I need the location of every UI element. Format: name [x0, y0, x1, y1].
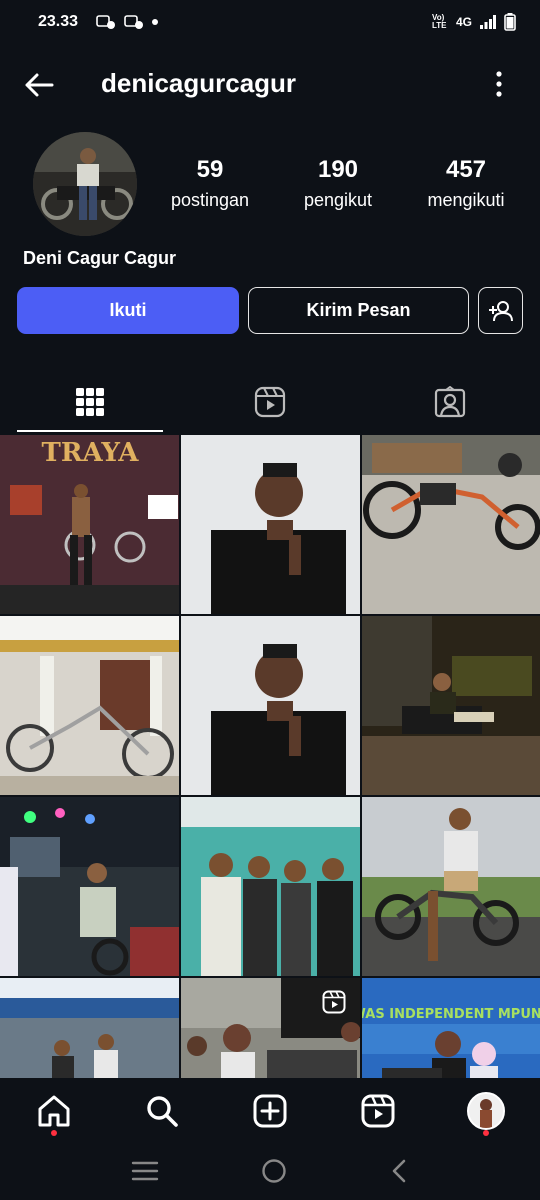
more-options-icon[interactable]	[494, 70, 504, 98]
back-arrow-icon[interactable]	[22, 68, 56, 102]
post-thumbnail[interactable]	[181, 797, 360, 976]
post-caption: TRAYA	[42, 438, 140, 468]
follow-button[interactable]: Ikuti	[17, 287, 239, 334]
notification-dot	[51, 1130, 57, 1136]
post-caption: WAS INDEPENDENT MPUNG	[362, 1007, 540, 1022]
message-notification-icon	[96, 15, 116, 29]
post-thumbnail[interactable]	[362, 616, 540, 795]
back-button-icon[interactable]	[389, 1158, 409, 1184]
status-time: 23.33	[38, 13, 79, 30]
profile-avatar-small	[467, 1092, 505, 1130]
nav-create[interactable]	[216, 1080, 324, 1142]
status-notifications	[96, 14, 159, 30]
post-thumbnail[interactable]: WAS INDEPENDENT MPUNG	[362, 978, 540, 1078]
profile-avatar[interactable]	[33, 132, 137, 236]
profile-actions: Ikuti Kirim Pesan	[17, 287, 523, 334]
reels-badge-icon	[322, 990, 346, 1014]
notification-dot	[483, 1130, 489, 1136]
reels-icon	[254, 386, 286, 418]
status-right: Vo) LTE 4G	[432, 13, 516, 31]
battery-icon	[504, 13, 516, 31]
post-thumbnail[interactable]	[181, 435, 360, 614]
status-bar: 23.33 Vo) LTE 4G	[0, 0, 540, 44]
network-label: 4G	[455, 15, 472, 29]
tab-posts[interactable]	[0, 372, 180, 432]
nav-search[interactable]	[108, 1080, 216, 1142]
home-icon	[38, 1095, 70, 1127]
profile-header: denicagurcagur	[0, 56, 540, 112]
profile-display-name: Deni Cagur Cagur	[23, 248, 177, 268]
message-notification-icon	[124, 15, 144, 29]
post-thumbnail[interactable]	[362, 435, 540, 614]
nav-home[interactable]	[0, 1080, 108, 1142]
system-navigation	[0, 1142, 540, 1200]
post-thumbnail[interactable]	[0, 978, 179, 1078]
post-thumbnail[interactable]	[0, 616, 179, 795]
stat-following-label: mengikuti	[427, 190, 505, 210]
recent-apps-icon[interactable]	[131, 1160, 159, 1182]
bottom-navigation	[0, 1080, 540, 1142]
posts-grid: TRAYA AS INDEPENDENT MPUN	[0, 435, 540, 1078]
profile-stats: 59 postingan 190 pengikut 457 mengikuti	[160, 156, 530, 211]
stat-followers-label: pengikut	[303, 190, 373, 210]
stat-following[interactable]: 457 mengikuti	[402, 156, 530, 211]
post-thumbnail[interactable]	[181, 978, 360, 1078]
tab-reels[interactable]	[180, 372, 360, 432]
profile-username: denicagurcagur	[101, 68, 297, 98]
more-notifications-dot-icon	[152, 19, 159, 25]
stat-followers[interactable]: 190 pengikut	[274, 156, 402, 211]
suggested-users-button[interactable]	[478, 287, 523, 334]
volte-label: Vo) LTE	[431, 13, 447, 30]
stat-posts-count: 59	[196, 156, 224, 183]
home-button-icon[interactable]	[261, 1158, 287, 1184]
signal-icon	[480, 15, 496, 29]
stat-following-count: 457	[445, 156, 487, 183]
add-user-icon	[488, 300, 513, 321]
message-button[interactable]: Kirim Pesan	[248, 287, 469, 334]
search-icon	[147, 1096, 178, 1127]
tagged-icon	[434, 386, 466, 418]
tab-tagged[interactable]	[360, 372, 540, 432]
post-thumbnail[interactable]: TRAYA	[0, 435, 179, 614]
stat-posts-label: postingan	[170, 190, 250, 210]
posts-grid-icon	[76, 388, 104, 416]
post-thumbnail[interactable]	[362, 797, 540, 976]
post-thumbnail[interactable]	[181, 616, 360, 795]
nav-profile[interactable]	[432, 1080, 540, 1142]
nav-reels[interactable]	[324, 1080, 432, 1142]
post-thumbnail[interactable]	[0, 797, 179, 976]
create-post-icon	[253, 1094, 287, 1128]
reels-icon	[361, 1094, 395, 1128]
stat-posts[interactable]: 59 postingan	[146, 156, 274, 211]
profile-tabs	[0, 372, 540, 432]
stat-followers-count: 190	[317, 156, 359, 183]
